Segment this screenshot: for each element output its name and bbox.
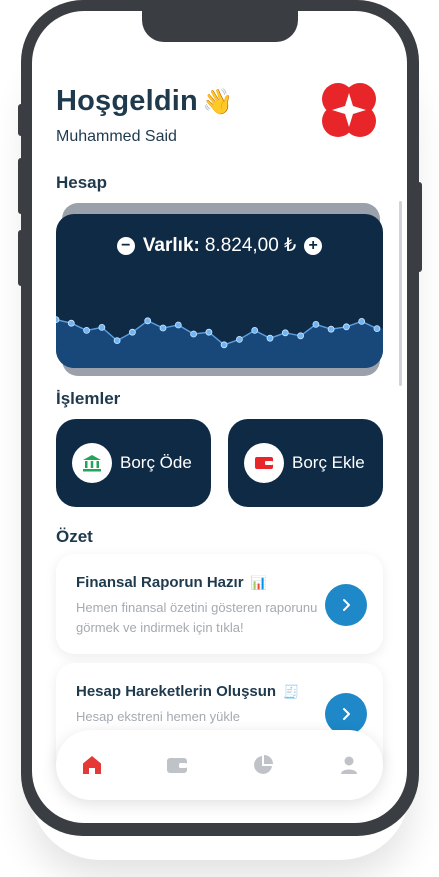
- wallet-icon: [167, 758, 187, 773]
- user-icon: [341, 756, 357, 774]
- chevron-right-icon: [343, 599, 350, 611]
- bank-icon: [72, 443, 112, 483]
- chart-point: [190, 330, 198, 338]
- user-name: Muhammed Said: [56, 128, 177, 145]
- chart-point: [174, 321, 182, 329]
- wallet-icon: [244, 443, 284, 483]
- chart-point: [358, 318, 366, 325]
- chart-point: [281, 329, 289, 337]
- account-transactions-arrow-button[interactable]: [325, 693, 367, 735]
- account-card[interactable]: − Varlık: 8.824,00 ₺ +: [56, 214, 383, 368]
- bar-chart-icon: 📊: [250, 575, 267, 590]
- chevron-right-icon: [343, 708, 350, 720]
- financial-report-title: Finansal Raporun Hazır 📊: [76, 574, 267, 591]
- chart-point: [220, 341, 228, 349]
- balance-chart: [56, 316, 383, 368]
- red-flower-logo-icon: [320, 81, 378, 139]
- chart-point: [113, 337, 121, 344]
- nav-home[interactable]: [79, 752, 105, 778]
- chart-point: [83, 327, 91, 334]
- bottom-navigation: [56, 730, 383, 800]
- nav-reports[interactable]: [250, 752, 276, 778]
- chart-point: [373, 325, 381, 332]
- account-section-title: Hesap: [56, 173, 108, 192]
- chart-point: [312, 321, 320, 328]
- financial-report-title-text: Finansal Raporun Hazır: [76, 574, 244, 591]
- chart-point: [327, 325, 335, 333]
- phone-notch: [142, 11, 298, 42]
- scrollbar[interactable]: [399, 201, 402, 386]
- financial-report-arrow-button[interactable]: [325, 584, 367, 626]
- chart-point: [56, 316, 60, 323]
- waving-hand-icon: 👋: [201, 88, 234, 116]
- chart-point: [129, 328, 136, 336]
- chart-point: [144, 317, 152, 325]
- chart-point: [98, 324, 106, 331]
- nav-wallet[interactable]: [164, 752, 190, 778]
- greeting-text: Hoşgeldin: [56, 85, 198, 117]
- account-transactions-title: Hesap Hareketlerin Oluşsun 🧾: [76, 683, 299, 700]
- chart-point: [297, 332, 305, 340]
- chart-point: [159, 324, 167, 332]
- chart-point: [342, 323, 350, 331]
- actions-section-title: İşlemler: [56, 389, 121, 408]
- chart-point: [235, 336, 243, 343]
- chart-point: [205, 328, 213, 336]
- app-screen: Hoşgeldin 👋 Muhammed Said Hesap − Varlık:…: [32, 11, 407, 823]
- account-transactions-description: Hesap ekstreni hemen yükle: [76, 709, 241, 724]
- financial-report-description: Hemen finansal özetini gösteren raporunu…: [76, 600, 318, 635]
- summary-section-title: Özet: [56, 527, 93, 546]
- financial-report-card[interactable]: Finansal Raporun Hazır 📊 Hemen finansal …: [56, 554, 383, 654]
- account-transactions-title-text: Hesap Hareketlerin Oluşsun: [76, 683, 277, 700]
- chart-point: [251, 327, 259, 334]
- receipt-icon: 🧾: [283, 684, 300, 699]
- nav-profile[interactable]: [336, 752, 362, 778]
- pie-chart-icon: [254, 755, 273, 774]
- chart-point: [266, 334, 274, 342]
- chart-point: [67, 319, 75, 327]
- home-icon: [83, 756, 101, 774]
- page-title: Hoşgeldin 👋: [56, 85, 233, 118]
- pay-debt-label: Borç Öde: [120, 453, 192, 472]
- pay-debt-button[interactable]: Borç Öde: [56, 419, 211, 507]
- add-debt-label: Borç Ekle: [292, 453, 365, 472]
- add-debt-button[interactable]: Borç Ekle: [228, 419, 383, 507]
